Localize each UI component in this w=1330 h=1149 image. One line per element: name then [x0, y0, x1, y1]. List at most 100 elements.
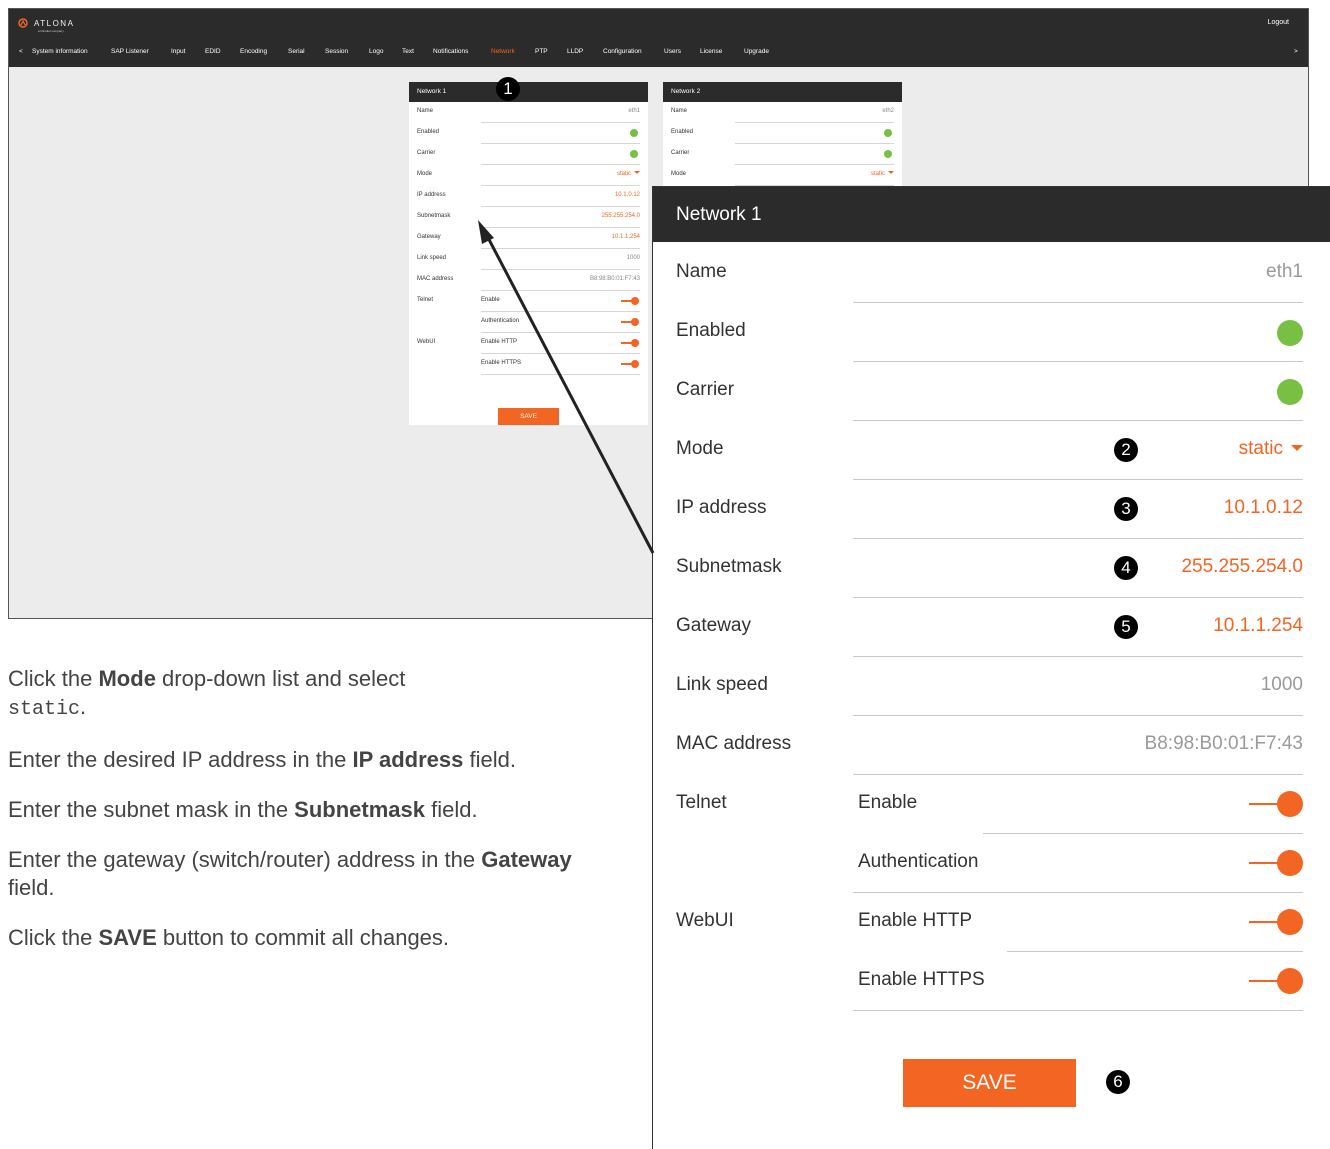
nav-item-serial[interactable]: Serial — [288, 48, 305, 55]
step-2: Enter the desired IP address in the IP a… — [8, 746, 568, 774]
network1-name-row: Name eth1 — [409, 102, 648, 123]
telnet-enable-toggle[interactable] — [621, 297, 639, 305]
name-value: eth1 — [1266, 261, 1303, 282]
network1-gateway-row: Gateway 10.1.1.254 — [409, 228, 648, 249]
step-bold: Mode — [98, 666, 156, 691]
atlona-logo[interactable]: ATLONA a Panduit company — [18, 15, 74, 33]
zoom-webui-http-row: WebUI Enable HTTP — [653, 893, 1330, 952]
nav-item-network[interactable]: Network — [491, 48, 515, 55]
nav-item-lldp[interactable]: LLDP — [567, 48, 583, 55]
caret-down-icon — [888, 171, 894, 174]
zoom-panel-title: Network 1 — [653, 187, 1330, 242]
toggle-on-icon — [631, 297, 639, 305]
caret-down-icon — [1291, 445, 1303, 451]
toggle-on-icon — [631, 318, 639, 326]
nav-item-session[interactable]: Session — [325, 48, 348, 55]
enabled-label: Enabled — [676, 320, 746, 341]
carrier-label: Carrier — [417, 150, 436, 156]
ip-address-field[interactable]: 10.1.0.12 — [1224, 497, 1303, 519]
link-speed-label: Link speed — [417, 255, 447, 261]
network1-linkspeed-row: Link speed 1000 — [409, 249, 648, 270]
webui-https-label: Enable HTTPS — [858, 969, 985, 990]
telnet-auth-toggle[interactable] — [1249, 850, 1303, 876]
step-text: field. — [463, 747, 516, 772]
nav-item-configuration[interactable]: Configuration — [603, 48, 642, 55]
toggle-on-icon — [1277, 850, 1303, 876]
mode-value: static — [616, 171, 631, 177]
ip-address-label: IP address — [676, 497, 767, 518]
subnetmask-label: Subnetmask — [676, 556, 782, 577]
gateway-field[interactable]: 10.1.1.254 — [1213, 615, 1303, 637]
network1-mode-row: Mode static — [409, 165, 648, 186]
webui-https-toggle[interactable] — [621, 360, 639, 368]
nav-item-text[interactable]: Text — [402, 48, 414, 55]
name-value: eth1 — [628, 108, 640, 114]
step-text: . — [80, 694, 87, 719]
document-page: ATLONA a Panduit company Logout < System… — [0, 0, 1330, 1149]
row-divider — [853, 1010, 1303, 1011]
step-text: Click the — [8, 925, 99, 950]
mode-dropdown[interactable]: static — [617, 171, 640, 177]
step-bold: SAVE — [98, 925, 157, 950]
nav-item-edid[interactable]: EDID — [205, 48, 221, 55]
logout-link[interactable]: Logout — [1268, 19, 1289, 26]
nav-item-encoding[interactable]: Encoding — [240, 48, 267, 55]
nav-item-users[interactable]: Users — [664, 48, 681, 55]
subnetmask-field[interactable]: 255.255.254.0 — [602, 213, 640, 219]
nav-item-input[interactable]: Input — [171, 48, 185, 55]
mode-dropdown[interactable]: static — [871, 171, 894, 177]
mode-dropdown[interactable]: static — [1239, 438, 1303, 460]
instruction-steps: Click the Mode drop-down list and select… — [8, 665, 608, 974]
network1-ip-row: IP address 10.1.0.12 — [409, 186, 648, 207]
ip-address-field[interactable]: 10.1.0.12 — [615, 192, 640, 198]
atlona-logo-icon — [18, 18, 28, 28]
step-text: field. — [8, 875, 55, 900]
nav-item-system-information[interactable]: System information — [32, 48, 88, 55]
nav-item-upgrade[interactable]: Upgrade — [744, 48, 769, 55]
gateway-field[interactable]: 10.1.1.254 — [612, 234, 640, 240]
webui-http-toggle[interactable] — [1249, 909, 1303, 935]
step-code: static — [8, 698, 81, 721]
callout-4: 4 — [1114, 556, 1138, 580]
step-4: Enter the gateway (switch/router) addres… — [8, 846, 588, 902]
zoom-webui-https-row: Enable HTTPS — [653, 952, 1330, 1011]
link-speed-value: 1000 — [1260, 674, 1303, 695]
nav-prev-arrow[interactable]: < — [19, 48, 23, 55]
nav-item-ptp[interactable]: PTP — [535, 48, 548, 55]
mode-value: static — [1238, 438, 1283, 459]
webui-http-toggle[interactable] — [621, 339, 639, 347]
zoom-gateway-row: Gateway 10.1.1.254 — [653, 598, 1330, 657]
telnet-auth-label: Authentication — [858, 851, 979, 872]
enabled-label: Enabled — [417, 129, 440, 135]
caret-down-icon — [634, 171, 640, 174]
telnet-enable-toggle[interactable] — [1249, 791, 1303, 817]
nav-item-sap-listener[interactable]: SAP Listener — [111, 48, 149, 55]
network1-card: Network 1 Name eth1 Enabled Carrier Mode… — [409, 82, 648, 425]
zoom-telnet-enable-row: Telnet Enable — [653, 775, 1330, 834]
webui-https-label: Enable HTTPS — [481, 360, 522, 366]
enabled-label: Enabled — [671, 129, 694, 135]
network2-mode-row: Mode static — [663, 165, 902, 186]
webui-label: WebUI — [676, 910, 734, 931]
save-button[interactable]: SAVE — [498, 408, 559, 425]
step-1: Click the Mode drop-down list and select… — [8, 665, 608, 724]
telnet-auth-toggle[interactable] — [621, 318, 639, 326]
mac-address-label: MAC address — [676, 733, 792, 754]
zoom-carrier-row: Carrier — [653, 362, 1330, 421]
save-button[interactable]: SAVE — [903, 1059, 1076, 1107]
zoom-subnet-row: Subnetmask 255.255.254.0 — [653, 539, 1330, 598]
subnetmask-field[interactable]: 255.255.254.0 — [1181, 556, 1303, 578]
webui-https-toggle[interactable] — [1249, 968, 1303, 994]
webui-label: WebUI — [417, 339, 436, 345]
mode-label: Mode — [676, 438, 724, 459]
network1-webui-https-row: Enable HTTPS — [409, 354, 648, 375]
network1-mac-row: MAC address B8:98:B0:01:F7:43 — [409, 270, 648, 291]
zoom-mac-row: MAC address B8:98:B0:01:F7:43 — [653, 716, 1330, 775]
nav-item-license[interactable]: License — [700, 48, 722, 55]
network1-webui-http-row: WebUI Enable HTTP — [409, 333, 648, 354]
nav-item-logo[interactable]: Logo — [369, 48, 383, 55]
toggle-on-icon — [1277, 909, 1303, 935]
nav-next-arrow[interactable]: > — [1294, 48, 1298, 55]
nav-item-notifications[interactable]: Notifications — [433, 48, 468, 55]
telnet-label: Telnet — [676, 792, 727, 813]
